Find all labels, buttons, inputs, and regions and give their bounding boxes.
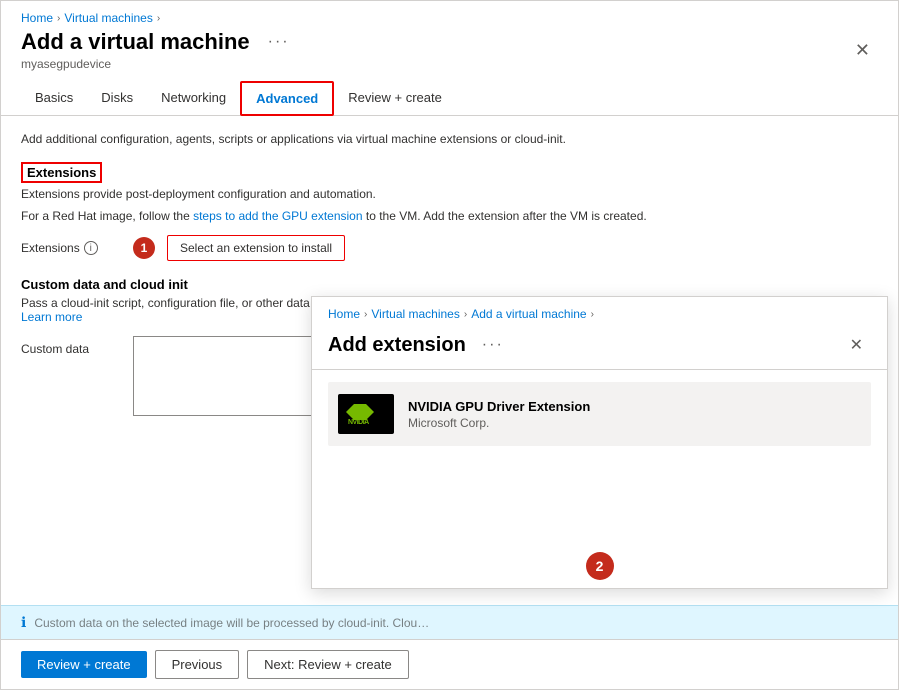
overlay-content: NVIDIA NVIDIA GPU Driver Extension Micro… — [312, 370, 887, 544]
review-create-button[interactable]: Review + create — [21, 651, 147, 678]
overlay-breadcrumb-vms[interactable]: Virtual machines — [371, 307, 460, 321]
overlay-title-row: Add extension ··· — [328, 332, 512, 358]
extensions-desc: Extensions provide post-deployment confi… — [21, 187, 878, 201]
nvidia-logo-icon: NVIDIA — [346, 398, 386, 431]
overlay-breadcrumb: Home › Virtual machines › Add a virtual … — [312, 297, 887, 325]
chevron-icon: › — [57, 13, 60, 24]
overlay-breadcrumb-home[interactable]: Home — [328, 307, 360, 321]
gpu-extension-link[interactable]: steps to add the GPU extension — [193, 209, 362, 223]
info-bar: ℹ Custom data on the selected image will… — [1, 605, 898, 639]
extension-info: NVIDIA GPU Driver Extension Microsoft Co… — [408, 399, 590, 430]
tab-advanced[interactable]: Advanced — [240, 81, 334, 116]
tab-bar: Basics Disks Networking Advanced Review … — [1, 81, 898, 116]
svg-text:NVIDIA: NVIDIA — [348, 419, 369, 426]
custom-data-label: Custom data — [21, 336, 121, 356]
overlay-chevron-2: › — [464, 309, 467, 320]
custom-data-input[interactable] — [133, 336, 333, 416]
extension-list-item[interactable]: NVIDIA NVIDIA GPU Driver Extension Micro… — [328, 382, 871, 446]
main-content: Add additional configuration, agents, sc… — [1, 116, 898, 639]
tab-description: Add additional configuration, agents, sc… — [21, 132, 878, 146]
learn-more-link[interactable]: Learn more — [21, 310, 82, 324]
step-circle-2: 2 — [586, 552, 614, 580]
previous-button[interactable]: Previous — [155, 650, 240, 679]
extensions-section: Extensions Extensions provide post-deplo… — [21, 162, 878, 223]
select-extension-button[interactable]: Select an extension to install — [167, 235, 345, 261]
page-title-row: Add a virtual machine ··· — [21, 29, 298, 55]
overlay-chevron-3: › — [591, 309, 594, 320]
overlay-bottom: 2 — [312, 544, 887, 588]
footer: Review + create Previous Next: Review + … — [1, 639, 898, 689]
extensions-info-icon[interactable]: i — [84, 241, 98, 255]
breadcrumb-virtual-machines[interactable]: Virtual machines — [64, 11, 153, 25]
tab-review-create[interactable]: Review + create — [334, 81, 456, 115]
nvidia-logo: NVIDIA — [338, 394, 394, 434]
info-icon: ℹ — [21, 614, 26, 631]
overlay-header: Add extension ··· ✕ — [312, 325, 887, 370]
next-button[interactable]: Next: Review + create — [247, 650, 409, 679]
overlay-close-button[interactable]: ✕ — [842, 331, 871, 359]
breadcrumb-home[interactable]: Home — [21, 11, 53, 25]
add-extension-panel: Home › Virtual machines › Add a virtual … — [311, 296, 888, 589]
page-subtitle: myasegpudevice — [21, 57, 298, 71]
chevron-icon-2: › — [157, 13, 160, 24]
extension-vendor: Microsoft Corp. — [408, 416, 590, 430]
header-left: Add a virtual machine ··· myasegpudevice — [21, 29, 298, 71]
overlay-chevron-1: › — [364, 309, 367, 320]
extensions-gpu-note: For a Red Hat image, follow the steps to… — [21, 209, 878, 223]
extension-name: NVIDIA GPU Driver Extension — [408, 399, 590, 414]
overlay-title: Add extension — [328, 334, 466, 357]
tab-basics[interactable]: Basics — [21, 81, 87, 115]
step-circle-1: 1 — [133, 237, 155, 259]
extensions-field-label: Extensions i — [21, 241, 121, 255]
tab-networking[interactable]: Networking — [147, 81, 240, 115]
extensions-field-row: Extensions i 1 Select an extension to in… — [21, 235, 878, 261]
overlay-breadcrumb-add-vm[interactable]: Add a virtual machine — [471, 307, 586, 321]
close-button[interactable]: ✕ — [847, 36, 878, 65]
extensions-section-title: Extensions — [21, 162, 102, 183]
custom-data-title: Custom data and cloud init — [21, 277, 878, 292]
page-title: Add a virtual machine — [21, 29, 250, 55]
info-bar-text: Custom data on the selected image will b… — [34, 616, 434, 630]
main-window: Home › Virtual machines › Add a virtual … — [0, 0, 899, 690]
tab-disks[interactable]: Disks — [87, 81, 147, 115]
page-header: Add a virtual machine ··· myasegpudevice… — [1, 29, 898, 81]
breadcrumb: Home › Virtual machines › — [1, 1, 898, 29]
more-options-button[interactable]: ··· — [260, 29, 298, 55]
overlay-more-options-button[interactable]: ··· — [474, 332, 512, 358]
